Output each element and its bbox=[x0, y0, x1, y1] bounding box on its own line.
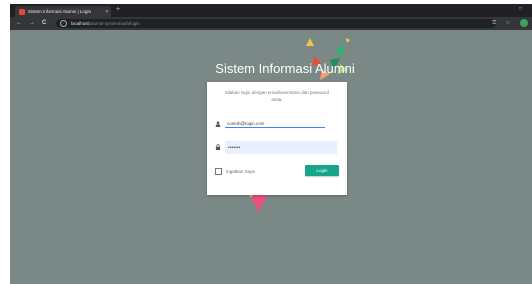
browser-toolbar: ← → C i localhost /alumni-system/auth/lo… bbox=[10, 17, 532, 30]
page-viewport: Sistem Informasi Alumni Silakan login de… bbox=[10, 30, 532, 284]
profile-avatar[interactable] bbox=[520, 19, 528, 27]
remember-me[interactable]: Ingatkan Saya bbox=[215, 168, 255, 175]
new-tab-button[interactable]: + bbox=[116, 6, 120, 13]
login-card: Silakan login dengan email/username dan … bbox=[207, 82, 347, 195]
tab-strip: Sistem Informasi Alumni | Login × + □ bbox=[10, 4, 532, 17]
tab-title: Sistem Informasi Alumni | Login bbox=[28, 9, 91, 14]
address-path: /alumni-system/auth/login bbox=[88, 21, 140, 26]
address-host: localhost bbox=[71, 21, 89, 26]
site-info-icon[interactable]: i bbox=[60, 20, 67, 27]
password-field[interactable] bbox=[225, 141, 337, 154]
back-button[interactable]: ← bbox=[16, 20, 22, 27]
email-field[interactable] bbox=[225, 120, 325, 128]
login-button[interactable]: Login bbox=[305, 165, 339, 176]
browser-tab[interactable]: Sistem Informasi Alumni | Login × bbox=[15, 6, 111, 17]
user-icon bbox=[215, 121, 221, 127]
star-icon[interactable]: ☆ bbox=[506, 20, 510, 26]
page-title: Sistem Informasi Alumni bbox=[215, 61, 355, 76]
browser-window: Sistem Informasi Alumni | Login × + □ ← … bbox=[10, 4, 532, 284]
reload-button[interactable]: C bbox=[42, 20, 46, 27]
remember-checkbox[interactable] bbox=[215, 168, 222, 175]
favicon-icon bbox=[19, 8, 25, 15]
window-control-icon[interactable]: □ bbox=[519, 6, 522, 12]
remember-label: Ingatkan Saya bbox=[226, 169, 255, 174]
forward-button[interactable]: → bbox=[29, 20, 35, 27]
tab-close-button[interactable]: × bbox=[103, 9, 111, 15]
address-bar[interactable]: i localhost /alumni-system/auth/login bbox=[56, 19, 496, 28]
login-instructions: Silakan login dengan email/username dan … bbox=[224, 90, 330, 102]
key-icon[interactable]: ⚿ bbox=[492, 20, 496, 26]
lock-icon bbox=[215, 144, 221, 150]
